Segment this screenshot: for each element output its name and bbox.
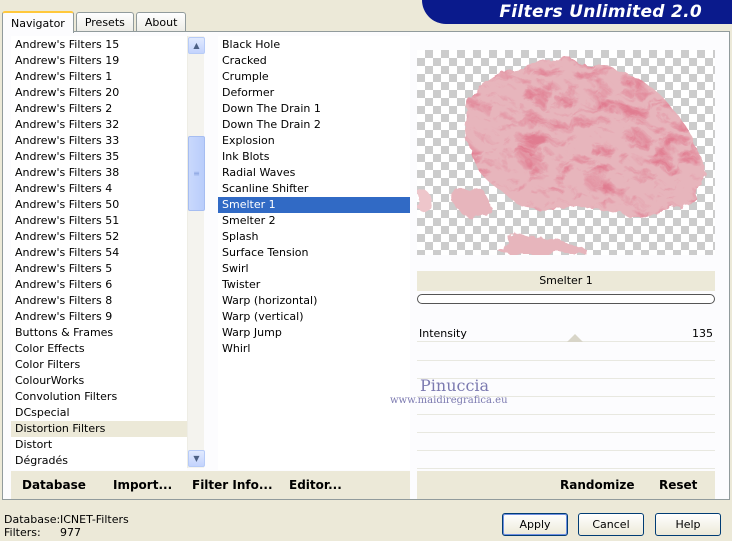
import-button[interactable]: Import... [113, 478, 172, 492]
list-item[interactable]: Deformer [218, 85, 410, 101]
scroll-down-icon[interactable]: ▼ [188, 450, 205, 467]
filter-list[interactable]: Black Hole Cracked Crumple Deformer Down The… [218, 36, 410, 470]
list-item[interactable]: Smelter 2 [218, 213, 410, 229]
list-item[interactable]: Scanline Shifter [218, 181, 410, 197]
preview-toolbar: Randomize Reset [417, 471, 715, 499]
apply-button[interactable]: Apply [502, 513, 568, 536]
list-item[interactable]: Buttons & Frames [11, 325, 187, 341]
param-slider-empty [417, 362, 715, 379]
list-item[interactable]: Andrew's Filters 19 [11, 53, 187, 69]
list-item[interactable]: Andrew's Filters 20 [11, 85, 187, 101]
list-item[interactable]: Warp (vertical) [218, 309, 410, 325]
list-item[interactable]: Andrew's Filters 35 [11, 149, 187, 165]
list-item[interactable]: Andrew's Filters 6 [11, 277, 187, 293]
list-item[interactable]: Andrew's Filters 33 [11, 133, 187, 149]
list-item[interactable]: Andrew's Filters 8 [11, 293, 187, 309]
preview-image [417, 50, 715, 255]
help-button[interactable]: Help [655, 513, 721, 536]
reset-button[interactable]: Reset [659, 478, 697, 492]
filter-name-label: Smelter 1 [417, 271, 715, 291]
param-slider-empty [417, 380, 715, 397]
list-item[interactable]: Warp (horizontal) [218, 293, 410, 309]
tab-navigator[interactable]: Navigator [2, 11, 74, 33]
list-item[interactable]: Convolution Filters [11, 389, 187, 405]
list-item[interactable]: Andrew's Filters 38 [11, 165, 187, 181]
list-item[interactable]: ColourWorks [11, 373, 187, 389]
scroll-up-icon[interactable]: ▲ [188, 37, 205, 54]
list-item[interactable]: Color Filters [11, 357, 187, 373]
tab-presets[interactable]: Presets [75, 12, 134, 32]
list-item[interactable]: Black Hole [218, 37, 410, 53]
param-intensity-slider[interactable]: Intensity 135 [417, 325, 715, 342]
list-item[interactable]: Cracked [218, 53, 410, 69]
param-slider-empty [417, 452, 715, 469]
status-filters: Filters: 977 [4, 526, 81, 539]
list-item[interactable]: Down The Drain 1 [218, 101, 410, 117]
app-title: Filters Unlimited 2.0 [499, 2, 702, 22]
navigator-toolbar: Database Import... Filter Info... Editor… [11, 471, 410, 499]
slider-thumb-icon[interactable] [567, 334, 583, 342]
filter-info-button[interactable]: Filter Info... [192, 478, 273, 492]
category-scrollbar[interactable]: ▲ ≡ ▼ [187, 36, 205, 468]
list-item[interactable]: DCspecial [11, 405, 187, 421]
list-item[interactable]: Andrew's Filters 2 [11, 101, 187, 117]
list-item[interactable]: Down The Drain 2 [218, 117, 410, 133]
list-item[interactable]: Radial Waves [218, 165, 410, 181]
list-item[interactable]: Explosion [218, 133, 410, 149]
tab-bar: Navigator Presets About [2, 10, 188, 33]
list-item[interactable]: Andrew's Filters 54 [11, 245, 187, 261]
list-item[interactable]: Color Effects [11, 341, 187, 357]
preview-texture [417, 59, 704, 255]
list-item[interactable]: Andrew's Filters 52 [11, 229, 187, 245]
list-item[interactable]: Andrew's Filters 50 [11, 197, 187, 213]
status-database-value: ICNET-Filters [60, 513, 129, 526]
editor-button[interactable]: Editor... [289, 478, 342, 492]
list-item[interactable]: Whirl [218, 341, 410, 357]
status-filters-label: Filters: [4, 526, 41, 539]
param-slider-empty [417, 416, 715, 433]
randomize-button[interactable]: Randomize [560, 478, 634, 492]
cancel-button[interactable]: Cancel [578, 513, 644, 536]
list-item[interactable]: Andrew's Filters 4 [11, 181, 187, 197]
list-item[interactable]: Surface Tension [218, 245, 410, 261]
list-item[interactable]: Warp Jump [218, 325, 410, 341]
list-item[interactable]: Andrew's Filters 15 [11, 37, 187, 53]
list-item[interactable]: Splash [218, 229, 410, 245]
status-filters-value: 977 [60, 526, 81, 539]
status-database-label: Database: [4, 513, 61, 526]
list-item[interactable]: Crumple [218, 69, 410, 85]
list-item[interactable]: Distort [11, 437, 187, 453]
list-item[interactable]: Dégradés [11, 453, 187, 469]
param-slider-empty [417, 434, 715, 451]
app-title-banner: Filters Unlimited 2.0 [422, 0, 732, 24]
list-item[interactable]: Andrew's Filters 51 [11, 213, 187, 229]
scroll-thumb[interactable]: ≡ [188, 136, 205, 211]
list-item[interactable]: Smelter 1 [218, 197, 410, 213]
list-item[interactable]: Andrew's Filters 9 [11, 309, 187, 325]
param-label: Intensity [419, 327, 467, 340]
category-list[interactable]: Andrew's Filters 15 Andrew's Filters 19 An… [11, 36, 187, 470]
param-value: 135 [692, 327, 713, 340]
progress-bar [417, 294, 715, 304]
list-item[interactable]: Andrew's Filters 1 [11, 69, 187, 85]
list-item[interactable]: Andrew's Filters 5 [11, 261, 187, 277]
param-slider-empty [417, 398, 715, 415]
list-item[interactable]: Andrew's Filters 32 [11, 117, 187, 133]
list-item[interactable]: Swirl [218, 261, 410, 277]
tab-about[interactable]: About [135, 12, 187, 32]
status-database: Database: ICNET-Filters [4, 513, 129, 526]
list-item[interactable]: Distortion Filters [11, 421, 187, 437]
param-slider-empty [417, 344, 715, 361]
list-item[interactable]: Twister [218, 277, 410, 293]
list-item[interactable]: Ink Blots [218, 149, 410, 165]
database-button[interactable]: Database [22, 478, 86, 492]
